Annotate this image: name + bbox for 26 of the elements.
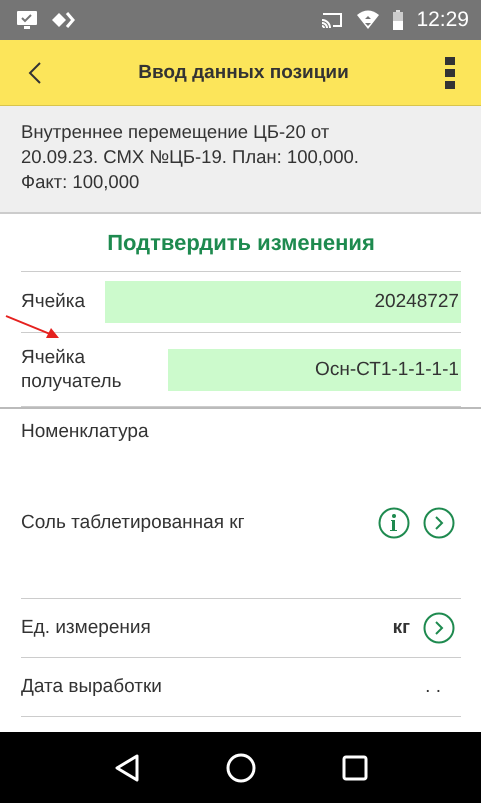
unit-value: кг: [392, 617, 410, 639]
field-label: Номенклатура: [21, 421, 149, 442]
input-field[interactable]: Осн-СТ1-1-1-1-1: [168, 348, 461, 390]
clock-time: 12:29: [416, 8, 469, 32]
field-label: Дата выработки: [21, 676, 163, 698]
field-label: Ячейка: [21, 291, 86, 313]
screen-title: Ввод данных позиции: [137, 62, 350, 84]
info-icon[interactable]: [378, 507, 410, 539]
chevron-right-icon[interactable]: [423, 507, 455, 539]
input-field[interactable]: 20248727: [105, 281, 461, 323]
field-label: Ед. измерения: [21, 617, 152, 639]
field-label: Ячейка получатель: [21, 346, 122, 394]
product-name: Соль таблетированная кг: [21, 512, 246, 534]
back-nav-icon[interactable]: [114, 754, 140, 782]
wifi-icon: [356, 9, 380, 31]
home-nav-icon[interactable]: [226, 752, 256, 782]
battery-icon: [392, 9, 404, 31]
date-value: . .: [425, 676, 442, 698]
annotation-arrow-drawing: [4, 314, 60, 340]
chevron-right-icon[interactable]: [423, 612, 455, 644]
code-icon: [50, 9, 76, 31]
back-icon[interactable]: [28, 60, 42, 84]
more-menu-icon[interactable]: [445, 56, 455, 88]
document-info-text: Внутреннее перемещение ЦБ-20 от 20.09.23. СМХ №ЦБ-19. План: 100,000. Факт: 100,000: [21, 121, 359, 192]
recents-nav-icon[interactable]: [342, 754, 368, 780]
notification-icon: [16, 9, 38, 31]
